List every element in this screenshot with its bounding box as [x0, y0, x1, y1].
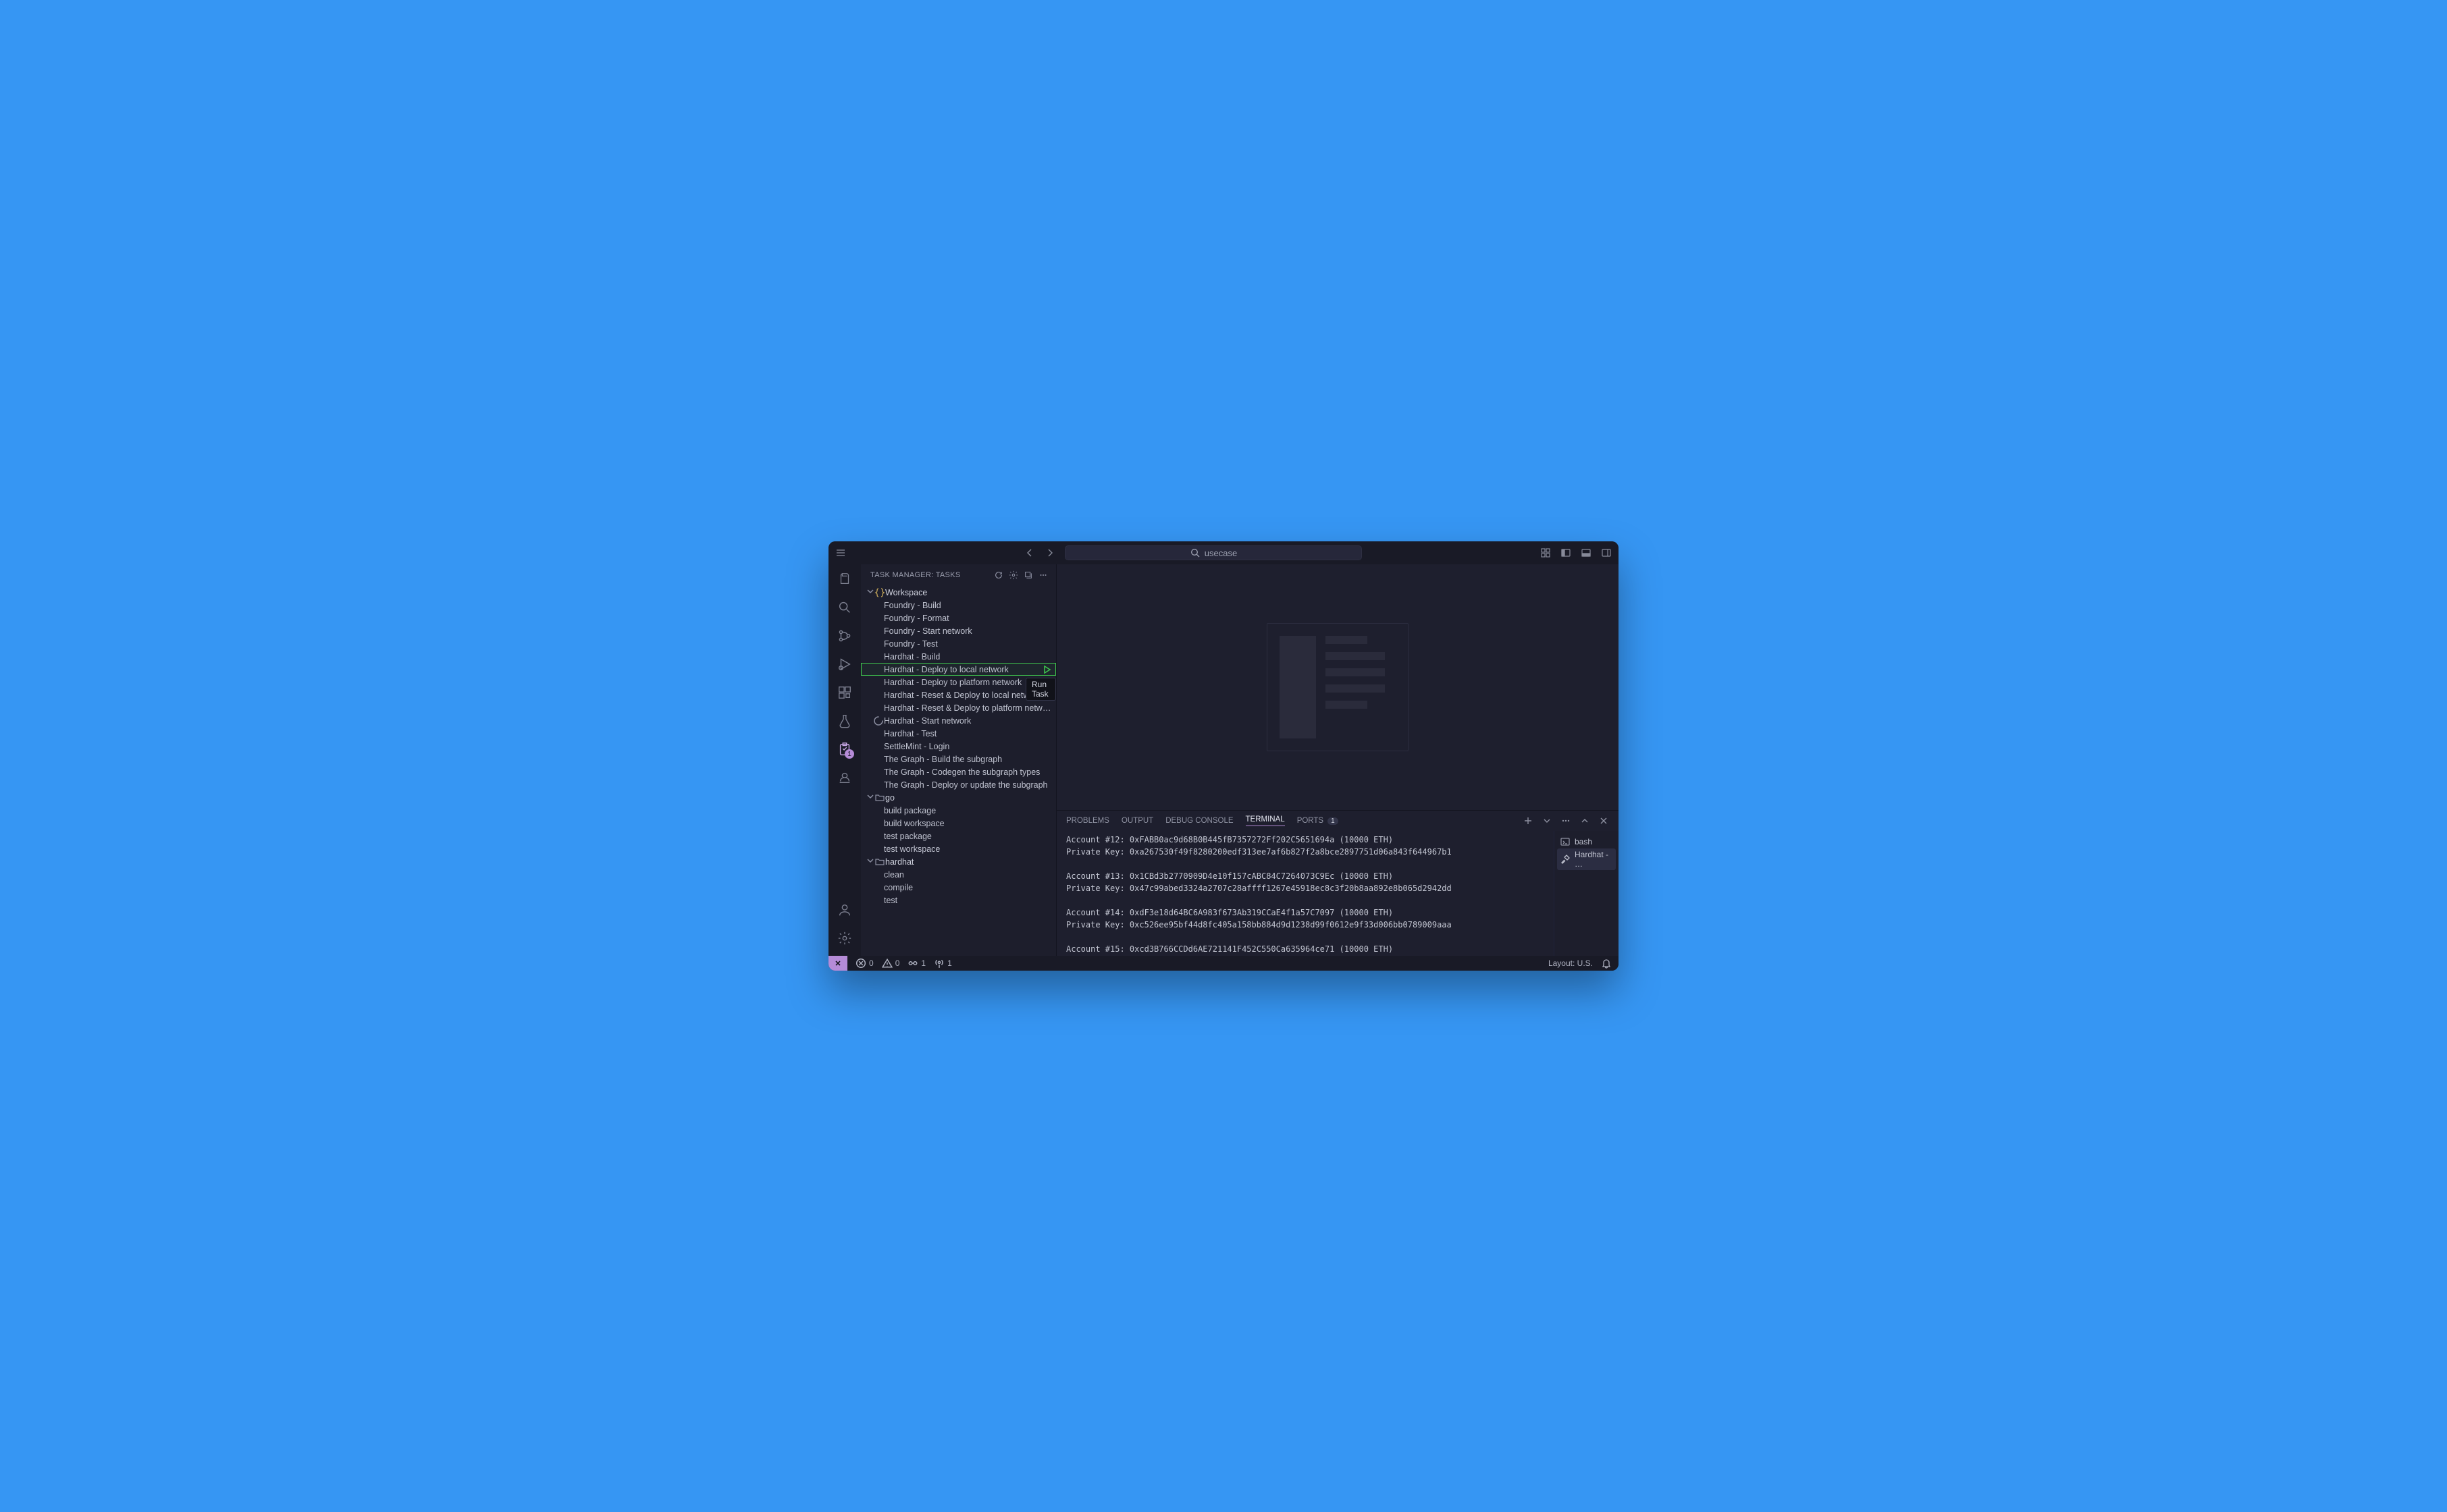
terminal-item-hardhat[interactable]: Hardhat - …	[1557, 848, 1616, 870]
tab-debug-console[interactable]: DEBUG CONSOLE	[1165, 817, 1233, 825]
task-group-go[interactable]: go	[861, 791, 1056, 804]
sidebar-header: TASK MANAGER: TASKS	[861, 564, 1056, 586]
task-manager-icon[interactable]	[837, 741, 853, 757]
task-item[interactable]: Foundry - Test	[861, 637, 1056, 650]
gear-icon[interactable]	[1009, 570, 1018, 580]
task-item[interactable]: test	[861, 894, 1056, 907]
task-item[interactable]: The Graph - Deploy or update the subgrap…	[861, 778, 1056, 791]
tab-ports-label: PORTS	[1297, 817, 1323, 825]
task-item[interactable]: The Graph - Codegen the subgraph types	[861, 765, 1056, 778]
panel-close-icon[interactable]	[1598, 815, 1609, 826]
panel-more-icon[interactable]	[1560, 815, 1571, 826]
settings-gear-icon[interactable]	[837, 930, 853, 946]
sidebar-task-manager: TASK MANAGER: TASKS WorkspaceFoundry - B…	[861, 564, 1057, 956]
run-debug-icon[interactable]	[837, 656, 853, 672]
task-item[interactable]: test workspace	[861, 842, 1056, 855]
nav-forward-icon[interactable]	[1045, 547, 1055, 558]
layout-grid-icon[interactable]	[1540, 547, 1551, 558]
new-terminal-icon[interactable]	[1523, 815, 1533, 826]
task-item[interactable]: Foundry - Format	[861, 612, 1056, 624]
panel-tabs: PROBLEMS OUTPUT DEBUG CONSOLE TERMINAL P…	[1057, 811, 1619, 831]
terminal-item-bash[interactable]: bash	[1557, 835, 1616, 848]
task-group-workspace[interactable]: Workspace	[861, 586, 1056, 599]
terminal-output[interactable]: Account #12: 0xFABB0ac9d68B0B445fB735727…	[1057, 831, 1554, 956]
activity-bar	[828, 564, 861, 956]
tool-icon	[1560, 854, 1571, 865]
tab-terminal[interactable]: TERMINAL	[1246, 815, 1285, 826]
explorer-icon[interactable]	[837, 571, 853, 587]
task-item[interactable]: Hardhat - Reset & Deploy to platform net…	[861, 701, 1056, 714]
nav-back-icon[interactable]	[1024, 547, 1035, 558]
task-tree[interactable]: WorkspaceFoundry - BuildFoundry - Format…	[861, 586, 1056, 956]
panel-maximize-icon[interactable]	[1579, 815, 1590, 826]
source-control-icon[interactable]	[837, 628, 853, 644]
terminal-item-label: bash	[1575, 837, 1592, 846]
search-activity-icon[interactable]	[837, 599, 853, 616]
document-placeholder-icon	[1267, 623, 1409, 751]
search-icon	[1190, 547, 1201, 558]
task-item[interactable]: build package	[861, 804, 1056, 817]
status-ports[interactable]: 1	[907, 958, 926, 969]
task-item[interactable]: build workspace	[861, 817, 1056, 830]
task-group-hardhat[interactable]: hardhat	[861, 855, 1056, 868]
genie-icon[interactable]	[837, 770, 853, 786]
menu-icon[interactable]	[835, 547, 846, 558]
status-errors[interactable]: 0	[856, 958, 874, 969]
tab-output[interactable]: OUTPUT	[1122, 817, 1153, 825]
tab-ports[interactable]: PORTS 1	[1297, 817, 1338, 825]
terminal-list: bash Hardhat - …	[1554, 831, 1619, 956]
more-icon[interactable]	[1038, 570, 1048, 580]
bottom-panel: PROBLEMS OUTPUT DEBUG CONSOLE TERMINAL P…	[1057, 810, 1619, 956]
empty-editor-placeholder	[1057, 564, 1619, 810]
task-item[interactable]: test package	[861, 830, 1056, 842]
editor-area: PROBLEMS OUTPUT DEBUG CONSOLE TERMINAL P…	[1057, 564, 1619, 956]
accounts-icon[interactable]	[837, 902, 853, 918]
vscode-window: usecase TASK MAN	[828, 541, 1619, 971]
command-center-search[interactable]: usecase	[1065, 545, 1362, 560]
toggle-panel-icon[interactable]	[1581, 547, 1591, 558]
run-task-tooltip: Run Task	[1026, 678, 1056, 701]
status-broadcast[interactable]: 1	[934, 958, 952, 969]
terminal-dropdown-icon[interactable]	[1542, 815, 1552, 826]
toggle-sidebar-icon[interactable]	[1560, 547, 1571, 558]
task-item[interactable]: SettleMint - Login	[861, 740, 1056, 753]
collapse-all-icon[interactable]	[1024, 570, 1033, 580]
remote-indicator[interactable]	[828, 956, 847, 971]
run-task-icon[interactable]	[1041, 664, 1052, 675]
refresh-icon[interactable]	[994, 570, 1003, 580]
task-item[interactable]: Hardhat - Build	[861, 650, 1056, 663]
toggle-secondary-sidebar-icon[interactable]	[1601, 547, 1612, 558]
shell-icon	[1560, 836, 1571, 847]
status-warnings[interactable]: 0	[882, 958, 900, 969]
status-bar: 0 0 1 1 Layout: U.S.	[828, 956, 1619, 971]
testing-icon[interactable]	[837, 713, 853, 729]
task-item[interactable]: Hardhat - Test	[861, 727, 1056, 740]
sidebar-title: TASK MANAGER: TASKS	[870, 571, 989, 579]
task-item[interactable]: Hardhat - Deploy to local network	[861, 663, 1056, 676]
task-item[interactable]: clean	[861, 868, 1056, 881]
task-item[interactable]: compile	[861, 881, 1056, 894]
search-text: usecase	[1205, 548, 1237, 558]
task-item[interactable]: Foundry - Build	[861, 599, 1056, 612]
ports-badge: 1	[1327, 817, 1338, 825]
terminal-item-label: Hardhat - …	[1575, 850, 1613, 869]
extensions-icon[interactable]	[837, 684, 853, 701]
title-bar: usecase	[828, 541, 1619, 564]
bell-icon[interactable]	[1601, 958, 1612, 969]
status-layout[interactable]: Layout: U.S.	[1548, 959, 1593, 968]
tab-problems[interactable]: PROBLEMS	[1066, 817, 1109, 825]
task-item[interactable]: Foundry - Start network	[861, 624, 1056, 637]
task-item[interactable]: Hardhat - Start network	[861, 714, 1056, 727]
task-item[interactable]: The Graph - Build the subgraph	[861, 753, 1056, 765]
